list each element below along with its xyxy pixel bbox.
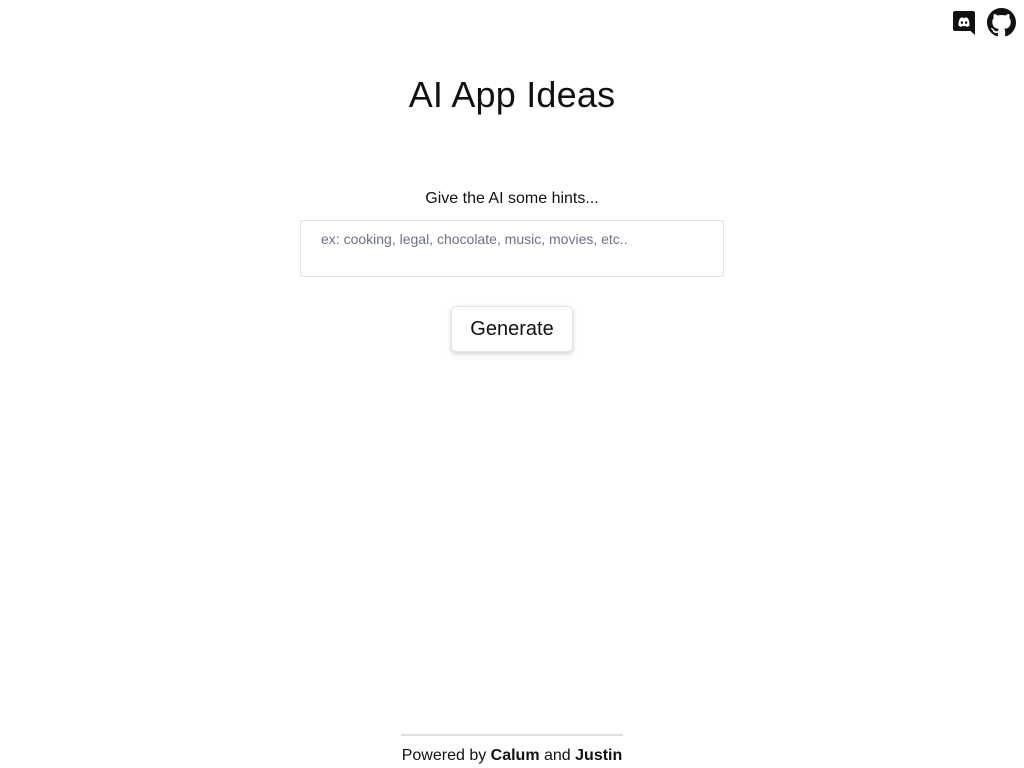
- footer-author-justin: Justin: [575, 747, 623, 764]
- hint-label: Give the AI some hints...: [425, 190, 599, 207]
- footer-prefix: Powered by: [401, 747, 491, 764]
- discord-icon: [953, 10, 975, 35]
- footer-joiner: and: [539, 747, 576, 764]
- hints-input[interactable]: [300, 220, 724, 277]
- social-links: [952, 8, 1016, 37]
- discord-link[interactable]: [952, 10, 976, 36]
- page: AI App Ideas Give the AI some hints... G…: [0, 0, 1024, 768]
- footer: Powered by Calum and Justin: [401, 734, 623, 765]
- github-link[interactable]: [987, 8, 1016, 37]
- github-icon: [987, 8, 1016, 37]
- footer-author-calum: Calum: [490, 747, 540, 764]
- page-title: AI App Ideas: [408, 74, 616, 115]
- generate-button[interactable]: Generate: [451, 306, 573, 352]
